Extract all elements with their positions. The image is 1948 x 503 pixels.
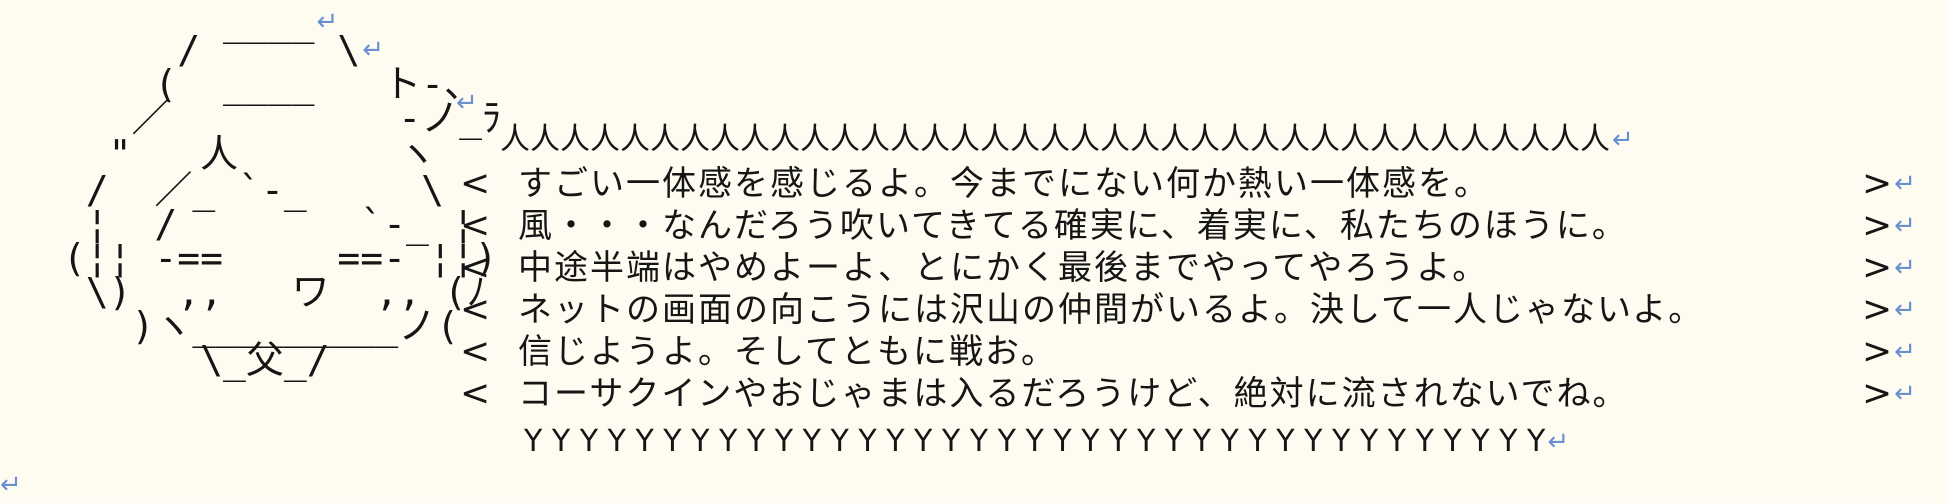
bubble-top-border: 人人人人人人人人人人人人人人人人人人人人人人人人人人人人人人人人人人人人人↵ (500, 122, 1634, 157)
message-line-3: 中途半端はやめよーよ、とにかく最後までやってやろうよ。 (518, 248, 1489, 288)
bubble-left-bracket: < (460, 331, 491, 372)
art-line-11: \_父_/ (40, 338, 330, 382)
bubble-left-bracket: < (460, 289, 491, 330)
return-mark-icon: ↵ (0, 470, 22, 500)
bubble-left-bracket: < (460, 373, 491, 414)
bubble-left-bracket: < (460, 163, 491, 204)
bubble-right-bracket: >↵ (1862, 373, 1916, 414)
bubble-left-bracket: < (460, 247, 491, 288)
return-mark-icon: ↵ (456, 88, 478, 118)
message-line-6: コーサクインやおじゃまは入るだろうけど、絶対に流されないでね。 (518, 374, 1629, 414)
bubble-bottom-border: Y Y Y Y Y Y Y Y Y Y Y Y Y Y Y Y Y Y Y Y … (524, 424, 1570, 459)
bubble-right-bracket: >↵ (1862, 331, 1916, 372)
bubble-right-bracket: >↵ (1862, 205, 1916, 246)
message-line-5: 信じようよ。そしてともに戦お。 (518, 332, 1057, 372)
bubble-right-bracket: >↵ (1862, 163, 1916, 204)
bubble-right-bracket: >↵ (1862, 289, 1916, 330)
message-line-1: すごい一体感を感じるよ。今までにない何か熱い一体感を。 (518, 164, 1490, 204)
bubble-left-bracket: < (460, 205, 491, 246)
bubble-right-bracket: >↵ (1862, 247, 1916, 288)
message-line-4: ネットの画面の向こうには沢山の仲間がいるよ。決して一人じゃないよ。 (518, 290, 1705, 330)
message-line-2: 風・・・なんだろう吹いてきてる確実に、着実に、私たちのほうに。 (518, 206, 1628, 246)
